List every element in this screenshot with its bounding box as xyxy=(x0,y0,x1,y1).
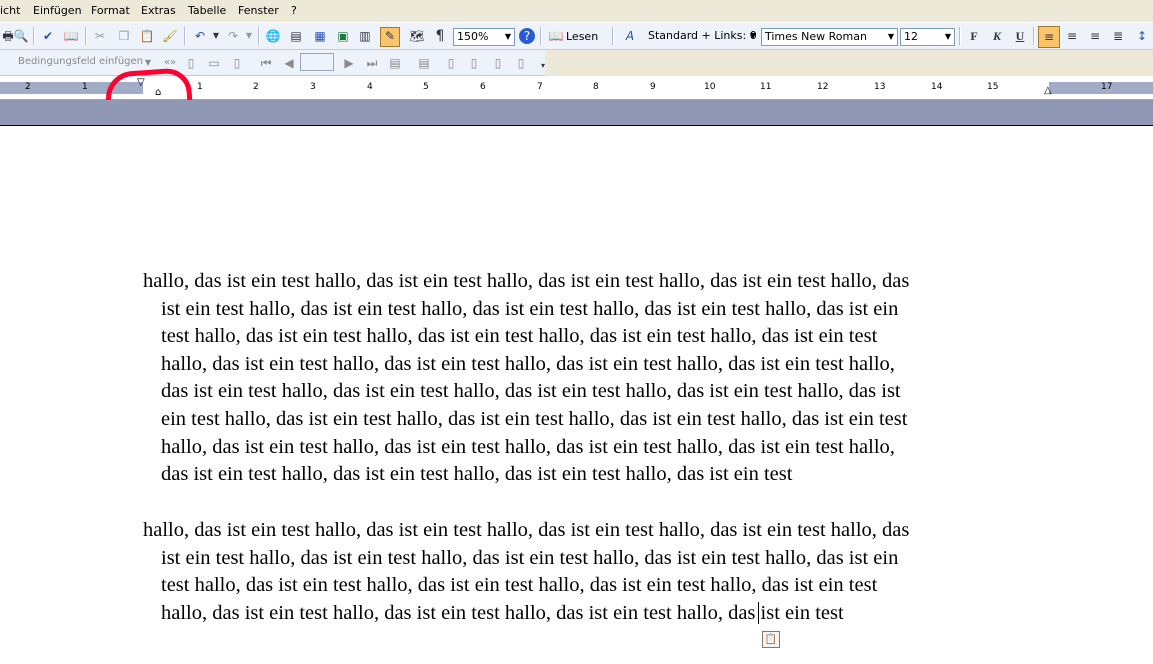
zoom-value: 150% xyxy=(457,30,489,43)
chevron-down-icon[interactable]: ▼ xyxy=(885,29,897,45)
read-button[interactable]: Lesen xyxy=(566,30,598,43)
paragraph-line: hallo, das ist ein test hallo, das ist e… xyxy=(161,435,895,458)
document-map-icon[interactable]: 🗺 xyxy=(409,28,425,44)
menu-window[interactable]: Fenster xyxy=(238,4,279,17)
next-record-icon[interactable]: ▶ xyxy=(341,55,357,71)
paste-options-icon[interactable]: 📋 xyxy=(762,631,780,648)
record-number-input[interactable] xyxy=(300,53,334,71)
menu-extras[interactable]: Extras xyxy=(141,4,176,17)
menu-view[interactable]: icht xyxy=(0,4,20,17)
align-center-icon[interactable]: ≡ xyxy=(1064,28,1080,44)
page-top-margin-area xyxy=(0,100,1153,126)
paragraph-line: ist ein test hallo, das ist ein test hal… xyxy=(161,546,899,569)
standard-toolbar: 🖶 🔍 ✔ 📖 ✂ ❐ 📋 🖌 ↶ ▼ ↷ ▼ 🌐 ▤ ▦ ▣ ▥ ✎ 🗺 ¶ … xyxy=(0,22,1153,50)
drawing-icon[interactable]: ✎ xyxy=(380,27,400,47)
merge-to-document-icon[interactable]: ▯ xyxy=(443,55,459,71)
align-left-icon[interactable]: ≡ xyxy=(1038,26,1060,48)
font-size-combo[interactable]: 12 ▼ xyxy=(900,28,955,46)
redo-icon[interactable]: ↷ xyxy=(225,28,241,44)
style-value: Standard + Links: 0 xyxy=(648,29,757,42)
paragraph-line: ein test hallo, das ist ein test hallo, … xyxy=(161,407,908,430)
last-record-icon[interactable]: ⏭ xyxy=(364,55,380,71)
spellcheck-icon[interactable]: ✔ xyxy=(40,28,56,44)
record-icon[interactable]: ▯ xyxy=(183,55,199,71)
paragraph-line: hallo, das ist ein test hallo, das ist e… xyxy=(161,352,895,375)
menu-help[interactable]: ? xyxy=(291,4,297,17)
research-icon[interactable]: 📖 xyxy=(63,28,79,44)
redo-dropdown-icon[interactable]: ▼ xyxy=(241,28,257,44)
help-icon[interactable]: ? xyxy=(519,28,535,44)
paragraph-line: test hallo, das ist ein test hallo, das … xyxy=(161,574,878,597)
menu-insert[interactable]: Einfügen xyxy=(33,4,82,17)
merge-to-printer-icon[interactable]: ▯ xyxy=(466,55,482,71)
italic-button[interactable]: K xyxy=(989,28,1005,44)
paragraph-line: das ist ein test hallo, das ist ein test… xyxy=(161,380,901,403)
line-spacing-icon[interactable]: ↕ xyxy=(1134,28,1150,44)
columns-icon[interactable]: ▥ xyxy=(357,28,373,44)
font-value: Times New Roman xyxy=(765,30,867,43)
format-painter-icon[interactable]: 🖌 xyxy=(162,28,178,44)
align-right-icon[interactable]: ≡ xyxy=(1087,28,1103,44)
merge-to-email-icon[interactable]: ▯ xyxy=(490,55,506,71)
menu-bar: icht Einfügen Format Extras Tabelle Fens… xyxy=(0,0,1153,22)
zoom-combo[interactable]: 150% ▼ xyxy=(453,28,515,46)
paste-icon[interactable]: 📋 xyxy=(139,28,155,44)
match-fields-icon[interactable]: ▭ xyxy=(206,55,222,71)
bold-button[interactable]: F xyxy=(966,28,982,44)
insert-excel-icon[interactable]: ▣ xyxy=(335,28,351,44)
mailmerge-toolbar: Bedingungsfeld einfügen ▼ «» ▯ ▭ ▯ ⏮ ◀ ▶… xyxy=(0,50,545,76)
menu-table[interactable]: Tabelle xyxy=(188,4,226,17)
paragraph-1[interactable]: hallo, das ist ein test hallo, das ist e… xyxy=(143,268,1043,489)
styles-formatting-icon[interactable]: A xyxy=(622,28,638,44)
paragraph-line: test hallo, das ist ein test hallo, das … xyxy=(161,325,878,348)
chevron-down-icon[interactable]: ▼ xyxy=(502,29,514,45)
paragraph-line: hallo, das ist ein test hallo, das ist e… xyxy=(143,519,910,541)
undo-icon[interactable]: ↶ xyxy=(192,28,208,44)
first-record-icon[interactable]: ⏮ xyxy=(258,55,274,71)
font-combo[interactable]: Times New Roman ▼ xyxy=(761,28,898,46)
menu-format[interactable]: Format xyxy=(91,4,130,17)
paragraph-line: das ist ein test hallo, das ist ein test… xyxy=(161,463,793,486)
propagate-icon[interactable]: ▯ xyxy=(229,55,245,71)
insert-table-icon[interactable]: ▦ xyxy=(312,28,328,44)
paragraph-2[interactable]: hallo, das ist ein test hallo, das ist e… xyxy=(143,517,1043,627)
merge-to-fax-icon[interactable]: ▯ xyxy=(513,55,529,71)
tables-borders-icon[interactable]: ▤ xyxy=(288,28,304,44)
read-icon[interactable]: 📖 xyxy=(548,28,564,44)
right-indent-marker[interactable]: △ xyxy=(1044,85,1052,96)
font-size-value: 12 xyxy=(904,30,918,43)
find-entry-icon[interactable]: ▤ xyxy=(387,55,403,71)
justify-icon[interactable]: ≣ xyxy=(1110,28,1126,44)
toolbar-dock-area xyxy=(545,50,1153,76)
show-formatting-icon[interactable]: ¶ xyxy=(432,28,448,44)
check-errors-icon[interactable]: ▤ xyxy=(416,55,432,71)
print-preview-icon[interactable]: 🔍 xyxy=(13,28,29,44)
style-combo[interactable]: Standard + Links: 0 ▼ xyxy=(645,28,759,46)
cut-icon[interactable]: ✂ xyxy=(92,28,108,44)
hyperlink-icon[interactable]: 🌐 xyxy=(265,28,281,44)
paragraph-line: ist ein test hallo, das ist ein test hal… xyxy=(161,297,899,320)
copy-icon[interactable]: ❐ xyxy=(116,28,132,44)
chevron-down-icon[interactable]: ▼ xyxy=(747,28,759,44)
paragraph-line: hallo, das ist ein test hallo, das ist e… xyxy=(161,601,844,624)
text-cursor xyxy=(758,602,759,624)
paragraph-line: hallo, das ist ein test hallo, das ist e… xyxy=(143,270,910,292)
previous-record-icon[interactable]: ◀ xyxy=(281,55,297,71)
undo-dropdown-icon[interactable]: ▼ xyxy=(208,28,224,44)
chevron-down-icon[interactable]: ▼ xyxy=(942,29,954,45)
insert-field-button[interactable]: Bedingungsfeld einfügen xyxy=(18,56,143,67)
underline-button[interactable]: U xyxy=(1012,28,1028,44)
